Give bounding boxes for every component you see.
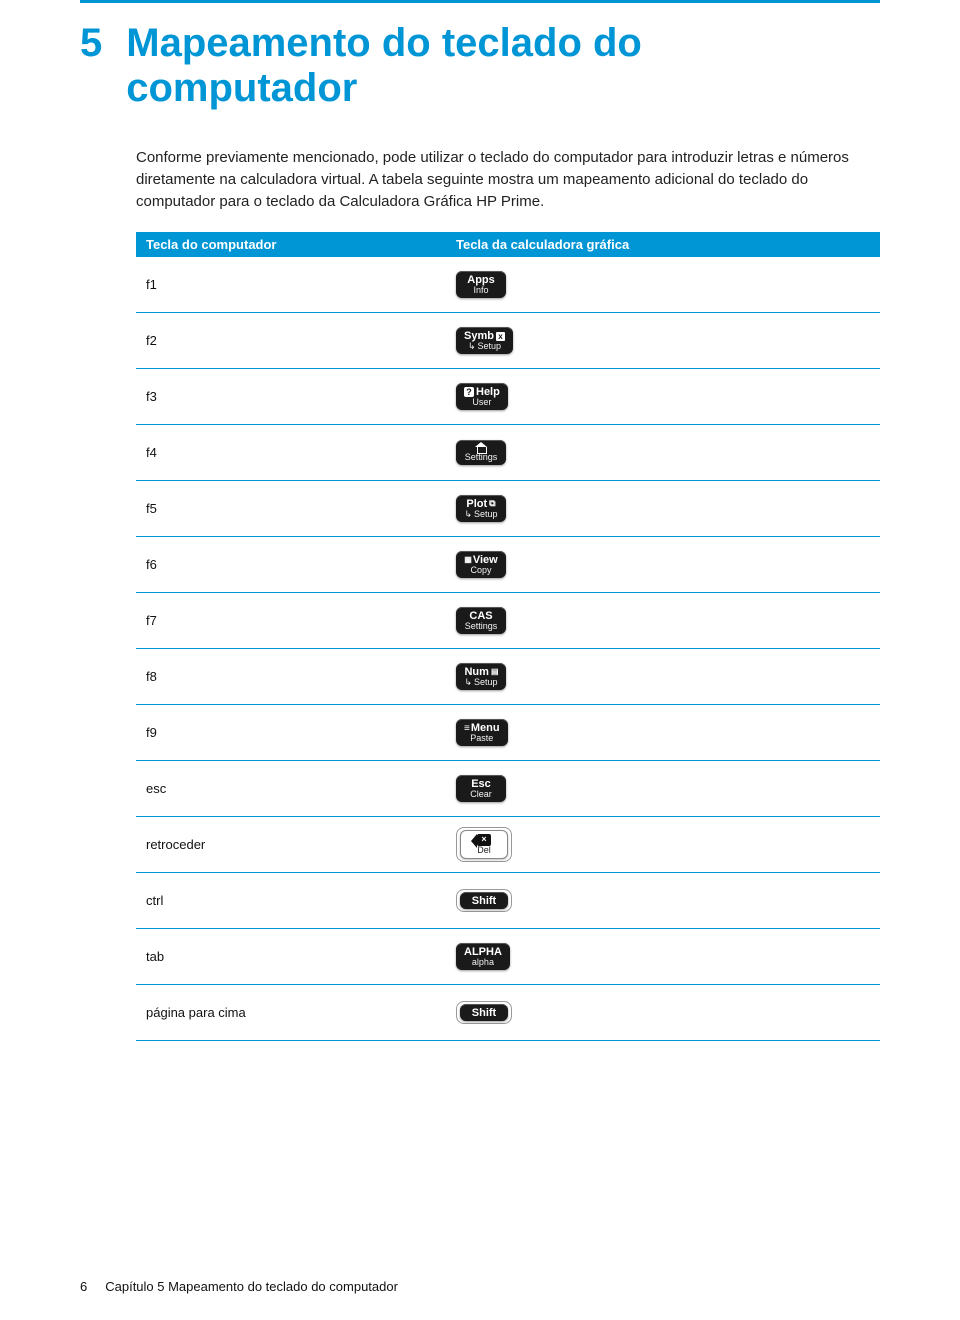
calc-key-line2: alpha — [472, 958, 494, 968]
header-computer-key: Tecla do computador — [146, 237, 456, 252]
calculator-key-cell: Num▤↳Setup — [456, 663, 870, 690]
return-arrow-icon: ↳ — [468, 342, 476, 352]
view-icon: ▦ — [464, 556, 471, 565]
calc-key-line2: Info — [473, 286, 488, 296]
chapter-heading: 5 Mapeamento do teclado do computador — [80, 21, 880, 111]
computer-key-label: tab — [146, 949, 456, 964]
table-row: f1AppsInfo — [136, 257, 880, 313]
return-arrow-icon: ↳ — [464, 678, 472, 688]
chapter-number: 5 — [80, 21, 102, 66]
calculator-key-cell: Plot⧉↳Setup — [456, 495, 870, 522]
calculator-key-cell: ×Del — [456, 827, 870, 862]
calc-key-line2: Settings — [465, 453, 498, 463]
calculator-key-cell: ≡MenuPaste — [456, 719, 870, 746]
computer-key-label: ctrl — [146, 893, 456, 908]
computer-key-label: f1 — [146, 277, 456, 292]
table-row: f9≡MenuPaste — [136, 705, 880, 761]
calc-key: Shift — [460, 1004, 508, 1021]
calculator-key-cell: Symbx↳Setup — [456, 327, 870, 354]
table-row: f5Plot⧉↳Setup — [136, 481, 880, 537]
computer-key-label: f3 — [146, 389, 456, 404]
computer-key-label: f9 — [146, 725, 456, 740]
calc-key-line2: Del — [477, 846, 491, 856]
computer-key-label: esc — [146, 781, 456, 796]
table-row: retroceder ×Del — [136, 817, 880, 873]
calc-key-line2: Copy — [470, 566, 491, 576]
num-icon: ▤ — [491, 668, 498, 677]
calc-key-line2: Settings — [465, 622, 498, 632]
calc-key: EscClear — [456, 775, 506, 802]
calc-key: Shift — [460, 892, 508, 909]
help-icon: ? — [464, 387, 474, 397]
calculator-key-cell: Shift — [456, 1001, 870, 1024]
calc-key: Num▤↳Setup — [456, 663, 506, 690]
symb-x-icon: x — [496, 332, 505, 341]
table-row: f6▦ViewCopy — [136, 537, 880, 593]
calc-key: Symbx↳Setup — [456, 327, 513, 354]
calculator-key-cell: EscClear — [456, 775, 870, 802]
calculator-key-cell: Shift — [456, 889, 870, 912]
calc-key: AppsInfo — [456, 271, 506, 298]
key-outline: Shift — [456, 889, 512, 912]
calc-key: CASSettings — [456, 607, 506, 634]
calc-key: ≡MenuPaste — [456, 719, 508, 746]
calculator-key-cell: ALPHAalpha — [456, 943, 870, 970]
calculator-key-cell: CASSettings — [456, 607, 870, 634]
computer-key-label: página para cima — [146, 1005, 456, 1020]
calc-key-line2: Clear — [470, 790, 492, 800]
calculator-key-cell: AppsInfo — [456, 271, 870, 298]
computer-key-label: f4 — [146, 445, 456, 460]
table-row: f2Symbx↳Setup — [136, 313, 880, 369]
calc-key-line2: ↳Setup — [464, 510, 497, 520]
table-row: página para cima Shift — [136, 985, 880, 1041]
table-row: ctrl Shift — [136, 873, 880, 929]
calc-key: ×Del — [460, 830, 508, 859]
calc-key: Plot⧉↳Setup — [456, 495, 506, 522]
menu-icon: ≡ — [464, 723, 469, 734]
calc-key: Settings — [456, 440, 506, 465]
calc-key-line2: Paste — [470, 734, 493, 744]
table-row: f4 Settings — [136, 425, 880, 481]
footer-chapter-ref: Capítulo 5 Mapeamento do teclado do comp… — [105, 1279, 398, 1294]
table-row: escEscClear — [136, 761, 880, 817]
table-row: f8Num▤↳Setup — [136, 649, 880, 705]
calculator-key-cell: ?HelpUser — [456, 383, 870, 410]
computer-key-label: f2 — [146, 333, 456, 348]
calc-key: ▦ViewCopy — [456, 551, 506, 578]
chapter-title: Mapeamento do teclado do computador — [126, 21, 880, 111]
calc-key-line1: Shift — [472, 1007, 496, 1019]
calc-key-line2: User — [472, 398, 491, 408]
computer-key-label: f5 — [146, 501, 456, 516]
key-mapping-table: Tecla do computador Tecla da calculadora… — [136, 232, 880, 1041]
header-calculator-key: Tecla da calculadora gráfica — [456, 237, 870, 252]
computer-key-label: f6 — [146, 557, 456, 572]
computer-key-label: f7 — [146, 613, 456, 628]
computer-key-label: f8 — [146, 669, 456, 684]
calc-key-line2: ↳Setup — [468, 342, 501, 352]
return-arrow-icon: ↳ — [464, 510, 472, 520]
table-row: tabALPHAalpha — [136, 929, 880, 985]
table-row: f3?HelpUser — [136, 369, 880, 425]
footer-page-number: 6 — [80, 1279, 87, 1294]
page-footer: 6 Capítulo 5 Mapeamento do teclado do co… — [80, 1279, 398, 1294]
computer-key-label: retroceder — [146, 837, 456, 852]
table-header-row: Tecla do computador Tecla da calculadora… — [136, 232, 880, 257]
intro-paragraph: Conforme previamente mencionado, pode ut… — [136, 147, 880, 212]
calc-key: ALPHAalpha — [456, 943, 510, 970]
table-row: f7CASSettings — [136, 593, 880, 649]
calc-key-line2: ↳Setup — [464, 678, 497, 688]
key-outline: Shift — [456, 1001, 512, 1024]
calculator-key-cell: ▦ViewCopy — [456, 551, 870, 578]
calculator-key-cell: Settings — [456, 440, 870, 465]
calc-key: ?HelpUser — [456, 383, 508, 410]
plot-icon: ⧉ — [489, 499, 495, 509]
top-rule — [80, 0, 880, 3]
key-outline: ×Del — [456, 827, 512, 862]
calc-key-line1: Shift — [472, 895, 496, 907]
